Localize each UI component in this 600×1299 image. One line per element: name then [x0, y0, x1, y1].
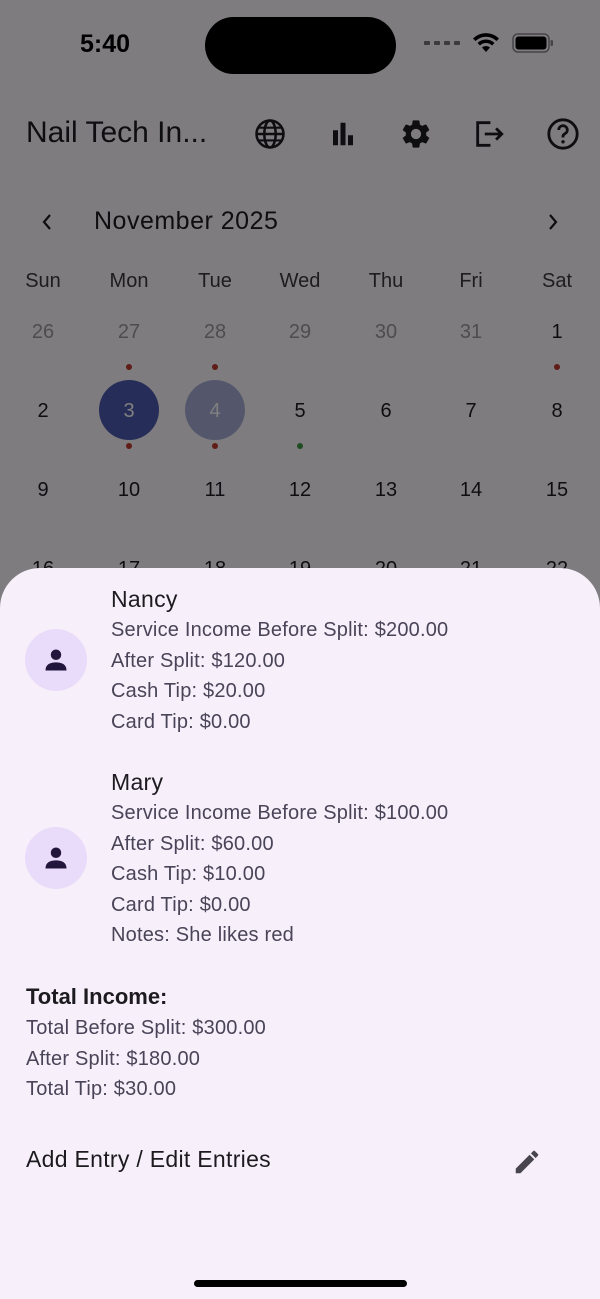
entry-cash-tip: Cash Tip: $20.00	[111, 680, 266, 702]
totals-section: Total Income: Total Before Split: $300.0…	[26, 982, 266, 1105]
entry-service-income: Service Income Before Split: $100.00	[111, 802, 449, 824]
add-edit-entries-label: Add Entry / Edit Entries	[26, 1146, 271, 1172]
entry-card-tip: Card Tip: $0.00	[111, 893, 251, 916]
entry-card-tip: Card Tip: $0.00	[111, 710, 251, 733]
home-indicator	[194, 1280, 407, 1287]
entry-details: Nancy Service Income Before Split: $200.…	[111, 584, 448, 737]
person-icon	[45, 649, 67, 671]
entry-name: Mary	[111, 769, 164, 795]
edit-entries-button[interactable]	[508, 1143, 546, 1181]
total-tip: Total Tip: $30.00	[26, 1078, 177, 1100]
add-edit-entries-row[interactable]: Add Entry / Edit Entries	[0, 1133, 600, 1189]
avatar	[25, 629, 87, 691]
entry-cash-tip: Cash Tip: $10.00	[111, 863, 266, 885]
avatar	[25, 827, 87, 889]
entry-details: Mary Service Income Before Split: $100.0…	[111, 767, 448, 951]
entry-notes: Notes: She likes red	[111, 924, 294, 946]
entry-service-income: Service Income Before Split: $200.00	[111, 619, 449, 641]
entry-name: Nancy	[111, 586, 178, 612]
entry-after-split: After Split: $120.00	[111, 649, 286, 672]
totals-title: Total Income:	[26, 984, 168, 1009]
edit-icon	[515, 1150, 539, 1174]
total-after-split: After Split: $180.00	[26, 1047, 201, 1070]
person-icon	[45, 847, 67, 869]
total-before-split: Total Before Split: $300.00	[26, 1017, 266, 1039]
day-details-sheet: Nancy Service Income Before Split: $200.…	[0, 568, 600, 1299]
entry-after-split: After Split: $60.00	[111, 832, 274, 855]
